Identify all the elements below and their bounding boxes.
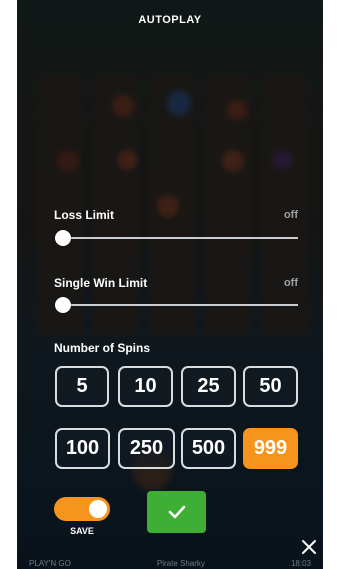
spins-option-100[interactable]: 100 [55,428,110,469]
single-win-limit-value: off [283,277,298,289]
save-toggle-knob [89,500,107,518]
right-margin [323,0,340,569]
spins-option-999[interactable]: 999 [243,428,298,469]
check-icon [168,505,185,519]
save-toggle[interactable] [54,497,110,521]
loss-limit-slider-thumb[interactable] [55,230,71,246]
footer-game-name: Pirate Sharky [156,559,205,568]
loss-limit-label: Loss Limit [54,208,115,222]
spins-option-50[interactable]: 50 [243,366,298,407]
footer-brand: PLAY'N GO [29,559,71,568]
number-of-spins-label: Number of Spins [54,341,151,355]
spins-option-10[interactable]: 10 [118,366,173,407]
spins-option-250[interactable]: 250 [118,428,175,469]
loss-limit-slider-track[interactable] [62,237,298,239]
spins-option-25[interactable]: 25 [181,366,236,407]
single-win-limit-label: Single Win Limit [54,276,148,290]
left-margin [0,0,17,569]
spins-option-5[interactable]: 5 [55,366,109,407]
spins-option-500[interactable]: 500 [181,428,236,469]
single-win-limit-slider-thumb[interactable] [55,297,71,313]
footer-clock: 18:03 [290,559,311,568]
save-label: SAVE [70,526,94,536]
close-icon[interactable] [300,538,318,556]
footer-bar: PLAY'N GO Pirate Sharky 18:03 [17,559,323,569]
loss-limit-value: off [283,209,298,221]
confirm-button[interactable] [147,491,206,533]
dialog-title: AUTOPLAY [138,14,202,26]
single-win-limit-slider-track[interactable] [62,304,298,306]
